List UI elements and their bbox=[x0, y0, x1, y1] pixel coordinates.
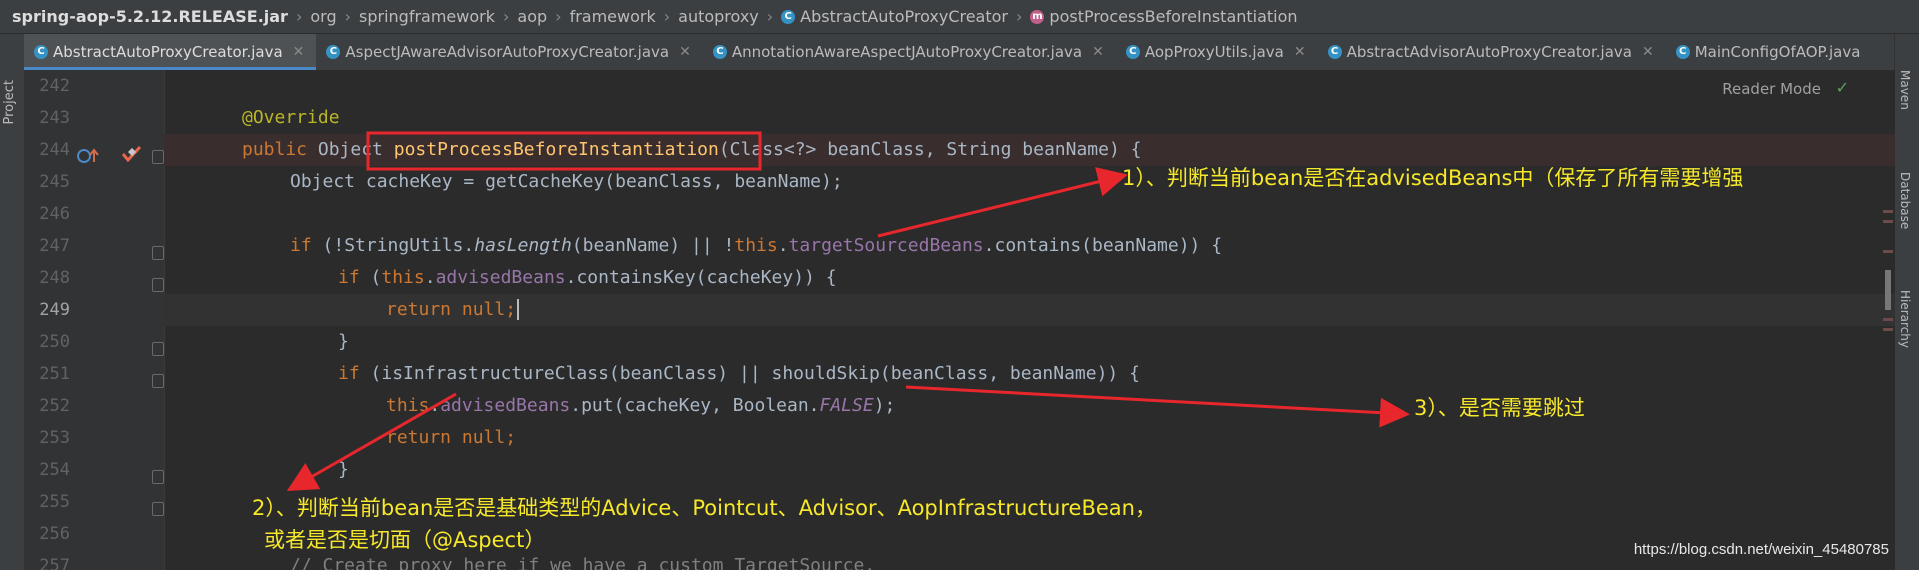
maven-panel-button[interactable]: Maven bbox=[1898, 70, 1912, 110]
chevron-right-icon: › bbox=[295, 7, 303, 26]
breadcrumb-org[interactable]: org bbox=[310, 7, 336, 26]
chevron-right-icon: › bbox=[766, 7, 774, 26]
line-number: 254 bbox=[39, 460, 70, 480]
override-method-icon[interactable] bbox=[76, 146, 102, 166]
line-number: 250 bbox=[39, 332, 70, 352]
editor-gutter: 242 243 244 245 246 247 248 249 250 251 … bbox=[24, 70, 165, 570]
tab-label: MainConfigOfAOP.java bbox=[1694, 43, 1861, 61]
code-line-252: this.advisedBeans.put(cacheKey, Boolean.… bbox=[386, 395, 896, 416]
project-panel-button[interactable]: Project bbox=[2, 80, 17, 124]
code-line-247: if (!StringUtils.hasLength(beanName) || … bbox=[290, 235, 1223, 256]
chevron-right-icon: › bbox=[503, 7, 510, 26]
editor-tab-bar: C AbstractAutoProxyCreator.java ✕ C Aspe… bbox=[24, 34, 1895, 71]
scroll-marker bbox=[1883, 328, 1893, 331]
line-number: 247 bbox=[39, 236, 70, 256]
line-number-current: 249 bbox=[39, 300, 70, 320]
line-number: 246 bbox=[39, 204, 70, 224]
text-caret bbox=[517, 299, 520, 320]
scroll-marker bbox=[1883, 220, 1893, 223]
scroll-marker bbox=[1883, 318, 1893, 321]
code-line-253: return null; bbox=[386, 427, 517, 448]
right-tool-strip: Maven Database Hierarchy bbox=[1894, 34, 1919, 570]
line-number: 256 bbox=[39, 524, 70, 544]
annotation-note-3: 3）、是否需要跳过 bbox=[1414, 396, 1585, 420]
fold-toggle-icon[interactable] bbox=[152, 470, 164, 484]
line-number: 257 bbox=[39, 556, 70, 570]
fold-toggle-icon[interactable] bbox=[152, 246, 164, 260]
tab-label: AnnotationAwareAspectJAutoProxyCreator.j… bbox=[731, 43, 1083, 61]
line-number: 251 bbox=[39, 364, 70, 384]
breadcrumb-jar[interactable]: spring-aop-5.2.12.RELEASE.jar bbox=[12, 7, 288, 26]
annotation-note-2-line1: 2）、判断当前bean是否是基础类型的Advice、Pointcut、Advis… bbox=[252, 496, 1156, 520]
fold-toggle-icon[interactable] bbox=[152, 278, 164, 292]
breadcrumb: spring-aop-5.2.12.RELEASE.jar › org › sp… bbox=[0, 0, 1919, 34]
chevron-right-icon: › bbox=[1016, 7, 1023, 26]
class-icon: C bbox=[1327, 45, 1342, 59]
editor-scrollbar[interactable] bbox=[1881, 70, 1893, 570]
tab-abstract-auto-proxy-creator[interactable]: C AbstractAutoProxyCreator.java ✕ bbox=[24, 34, 317, 70]
close-icon[interactable]: ✕ bbox=[293, 44, 305, 60]
line-number: 248 bbox=[39, 268, 70, 288]
line-number: 244 bbox=[39, 140, 70, 160]
code-line-251: if (isInfrastructureClass(beanClass) || … bbox=[338, 363, 1140, 384]
left-tool-strip: Project bbox=[0, 34, 25, 570]
tab-main-config-of-aop[interactable]: C MainConfigOfAOP.java bbox=[1666, 34, 1873, 70]
line-number: 253 bbox=[39, 428, 70, 448]
fold-toggle-icon[interactable] bbox=[152, 150, 164, 164]
code-line-249: return null; bbox=[164, 294, 1895, 326]
line-number: 245 bbox=[39, 172, 70, 192]
chevron-right-icon: › bbox=[555, 7, 562, 26]
database-panel-button[interactable]: Database bbox=[1898, 172, 1912, 229]
close-icon[interactable]: ✕ bbox=[1092, 44, 1104, 60]
tab-aspectj-aware-advisor[interactable]: C AspectJAwareAdvisorAutoProxyCreator.ja… bbox=[316, 34, 702, 70]
breadcrumb-framework[interactable]: framework bbox=[570, 7, 656, 26]
fold-toggle-icon[interactable] bbox=[152, 342, 164, 356]
tab-label: AbstractAutoProxyCreator.java bbox=[53, 43, 283, 61]
annotation-note-2-line2: 或者是否是切面（@Aspect） bbox=[264, 528, 546, 552]
fold-toggle-icon[interactable] bbox=[152, 502, 164, 516]
close-icon[interactable]: ✕ bbox=[1294, 44, 1306, 60]
watermark-url: https://blog.csdn.net/weixin_45480785 bbox=[1633, 541, 1889, 558]
line-number: 242 bbox=[39, 76, 70, 96]
tab-label: AopProxyUtils.java bbox=[1144, 43, 1284, 61]
annotation-note-1: 1）、判断当前bean是否在advisedBeans中（保存了所有需要增强 bbox=[1122, 166, 1744, 190]
scroll-thumb[interactable] bbox=[1885, 270, 1891, 310]
reader-mode-button[interactable]: Reader Mode bbox=[1722, 80, 1821, 98]
method-icon: m bbox=[1030, 9, 1045, 24]
breadcrumb-springframework[interactable]: springframework bbox=[359, 7, 495, 26]
breadcrumb-class[interactable]: C AbstractAutoProxyCreator bbox=[781, 7, 1008, 26]
class-icon: C bbox=[712, 45, 727, 59]
close-icon[interactable]: ✕ bbox=[679, 44, 691, 60]
tab-label: AspectJAwareAdvisorAutoProxyCreator.java bbox=[345, 43, 670, 61]
scroll-marker bbox=[1883, 250, 1893, 253]
scroll-marker bbox=[1883, 210, 1893, 213]
chevron-right-icon: › bbox=[663, 7, 671, 26]
line-number: 243 bbox=[39, 108, 70, 128]
line-number: 255 bbox=[39, 492, 70, 512]
breadcrumb-autoproxy[interactable]: autoproxy bbox=[678, 7, 759, 26]
highlighted-method-name: postProcessBeforeInstantiation bbox=[393, 139, 719, 160]
breadcrumb-aop[interactable]: aop bbox=[517, 7, 547, 26]
hierarchy-panel-button[interactable]: Hierarchy bbox=[1898, 290, 1912, 348]
tab-label: AbstractAdvisorAutoProxyCreator.java bbox=[1346, 43, 1632, 61]
code-line-250: } bbox=[338, 331, 349, 352]
code-line-243: @Override bbox=[242, 107, 340, 128]
fold-toggle-icon[interactable] bbox=[152, 374, 164, 388]
tab-aop-proxy-utils[interactable]: C AopProxyUtils.java ✕ bbox=[1116, 34, 1318, 70]
tab-annotation-aware-aspectj[interactable]: C AnnotationAwareAspectJAutoProxyCreator… bbox=[703, 34, 1116, 70]
class-icon: C bbox=[1675, 45, 1690, 59]
tab-abstract-advisor-auto-proxy[interactable]: C AbstractAdvisorAutoProxyCreator.java ✕ bbox=[1318, 34, 1666, 70]
class-icon: C bbox=[781, 9, 796, 24]
code-line-248: if (this.advisedBeans.containsKey(cacheK… bbox=[338, 267, 837, 288]
breadcrumb-method[interactable]: m postProcessBeforeInstantiation bbox=[1030, 7, 1298, 26]
class-icon: C bbox=[1125, 45, 1140, 59]
close-icon[interactable]: ✕ bbox=[1642, 44, 1654, 60]
breakpoint-checkmark-icon[interactable] bbox=[120, 144, 144, 166]
inspection-ok-icon[interactable]: ✓ bbox=[1836, 78, 1849, 97]
class-icon: C bbox=[326, 45, 341, 59]
line-number: 252 bbox=[39, 396, 70, 416]
code-line-254: } bbox=[338, 459, 349, 480]
class-icon: C bbox=[34, 45, 48, 59]
chevron-right-icon: › bbox=[344, 7, 352, 26]
